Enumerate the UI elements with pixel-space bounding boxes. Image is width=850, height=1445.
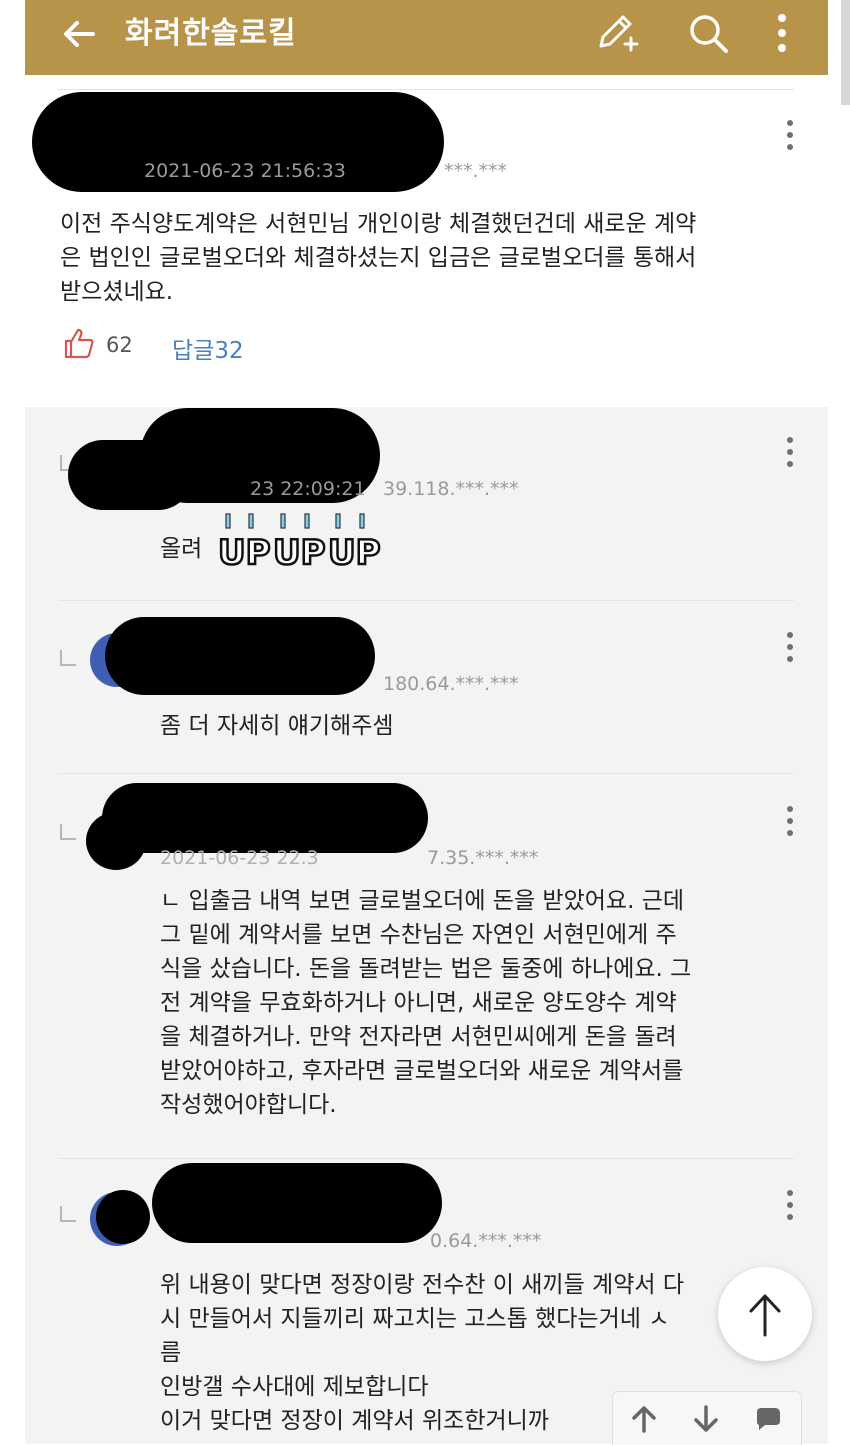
- scroll-edge: [841, 0, 850, 105]
- svg-text:UP: UP: [328, 533, 381, 572]
- redaction-mark: [152, 1163, 442, 1243]
- arrow-left-icon[interactable]: [59, 14, 99, 54]
- svg-text:UP: UP: [273, 533, 326, 572]
- reply-timestamp: 23 22:09:21: [250, 478, 366, 500]
- reply-ip: 7.35.***.***: [427, 847, 539, 869]
- reply-indent-icon: [60, 1206, 76, 1222]
- search-icon[interactable]: [687, 12, 729, 54]
- svg-text:UP: UP: [218, 533, 271, 572]
- more-vertical-icon[interactable]: [775, 12, 789, 54]
- comment-line: 받으셨네요.: [60, 279, 174, 305]
- redaction-mark: [96, 1190, 150, 1244]
- reply-line: 름: [160, 1340, 182, 1366]
- reply-line: 그 밑에 계약서를 보면 수찬님은 자연인 서현민에게 주: [160, 922, 677, 948]
- thumbs-up-icon[interactable]: [62, 326, 96, 360]
- like-count: 62: [106, 333, 133, 357]
- reply-line: ㄴ 입출금 내역 보면 글로벌오더에 돈을 받았어요. 근데: [160, 888, 685, 914]
- scroll-top-button[interactable]: [718, 1267, 812, 1361]
- reply-line: 위 내용이 맞다면 정장이랑 전수찬 이 새끼들 계약서 다: [160, 1272, 685, 1298]
- more-vertical-icon[interactable]: [786, 1190, 794, 1222]
- divider: [58, 89, 794, 90]
- reply-ip: 180.64.***.***: [383, 673, 519, 695]
- reply-text: 좀 더 자세히 얘기해주셈: [160, 713, 394, 739]
- divider: [58, 1158, 794, 1159]
- divider: [58, 600, 794, 601]
- page-title: 화려한솔로킬: [125, 16, 297, 51]
- reply-ip: 39.118.***.***: [383, 478, 519, 500]
- reply-link[interactable]: 답글32: [172, 331, 244, 365]
- reply-line: 식을 샀습니다. 돈을 돌려받는 법은 둘중에 하나에요. 그: [160, 956, 692, 982]
- reply-indent-icon: [60, 650, 76, 666]
- bottom-toolbar: [612, 1391, 802, 1445]
- arrow-down-icon[interactable]: [691, 1404, 721, 1434]
- reply-line: 받았어야하고, 후자라면 글로벌오더와 새로운 계약서를: [160, 1058, 684, 1084]
- comment-ip: ***.***: [444, 160, 508, 182]
- reply-indent-icon: [60, 824, 76, 840]
- divider: [58, 773, 794, 774]
- comment-line: 이전 주식양도계약은 서현민님 개인이랑 체결했던건데 새로운 계약: [60, 211, 697, 237]
- reply-line: 이거 맞다면 정장이 계약서 위조한거니까: [160, 1408, 549, 1434]
- more-vertical-icon[interactable]: [786, 806, 794, 838]
- redaction-mark: [105, 617, 375, 695]
- pencil-plus-icon[interactable]: [593, 10, 641, 54]
- reply-line: 전 계약을 무효화하거나 아니면, 새로운 양도양수 계약: [160, 990, 677, 1016]
- redaction-mark: [102, 783, 428, 853]
- reply-ip: 0.64.***.***: [430, 1230, 542, 1252]
- reply-line: 을 체결하거나. 만약 전자라면 서현민씨에게 돈을 돌려: [160, 1024, 677, 1050]
- comment-line: 은 법인인 글로벌오더와 체결하셨는지 입금은 글로벌오더를 통해서: [60, 245, 697, 271]
- reply-line: 인방갤 수사대에 제보합니다: [160, 1374, 429, 1400]
- more-vertical-icon[interactable]: [786, 632, 794, 664]
- reply-text: 올려: [160, 536, 203, 562]
- arrow-up-icon: [749, 1294, 781, 1337]
- up-emoji-icon: UP UP UP: [217, 513, 382, 572]
- arrow-up-icon[interactable]: [629, 1404, 659, 1434]
- reply-timestamp: 2021-06-23 22.3: [160, 847, 319, 869]
- reply-line: 작성했어야합니다.: [160, 1092, 337, 1118]
- more-vertical-icon[interactable]: [786, 437, 794, 469]
- app-bar: 화려한솔로킬: [25, 0, 828, 75]
- comment-timestamp: 2021-06-23 21:56:33: [144, 160, 346, 182]
- chat-bubble-icon[interactable]: [753, 1404, 783, 1434]
- more-vertical-icon[interactable]: [786, 120, 794, 152]
- reply-line: 시 만들어서 지들끼리 짜고치는 고스톱 했다는거네 ㅅ: [160, 1306, 670, 1332]
